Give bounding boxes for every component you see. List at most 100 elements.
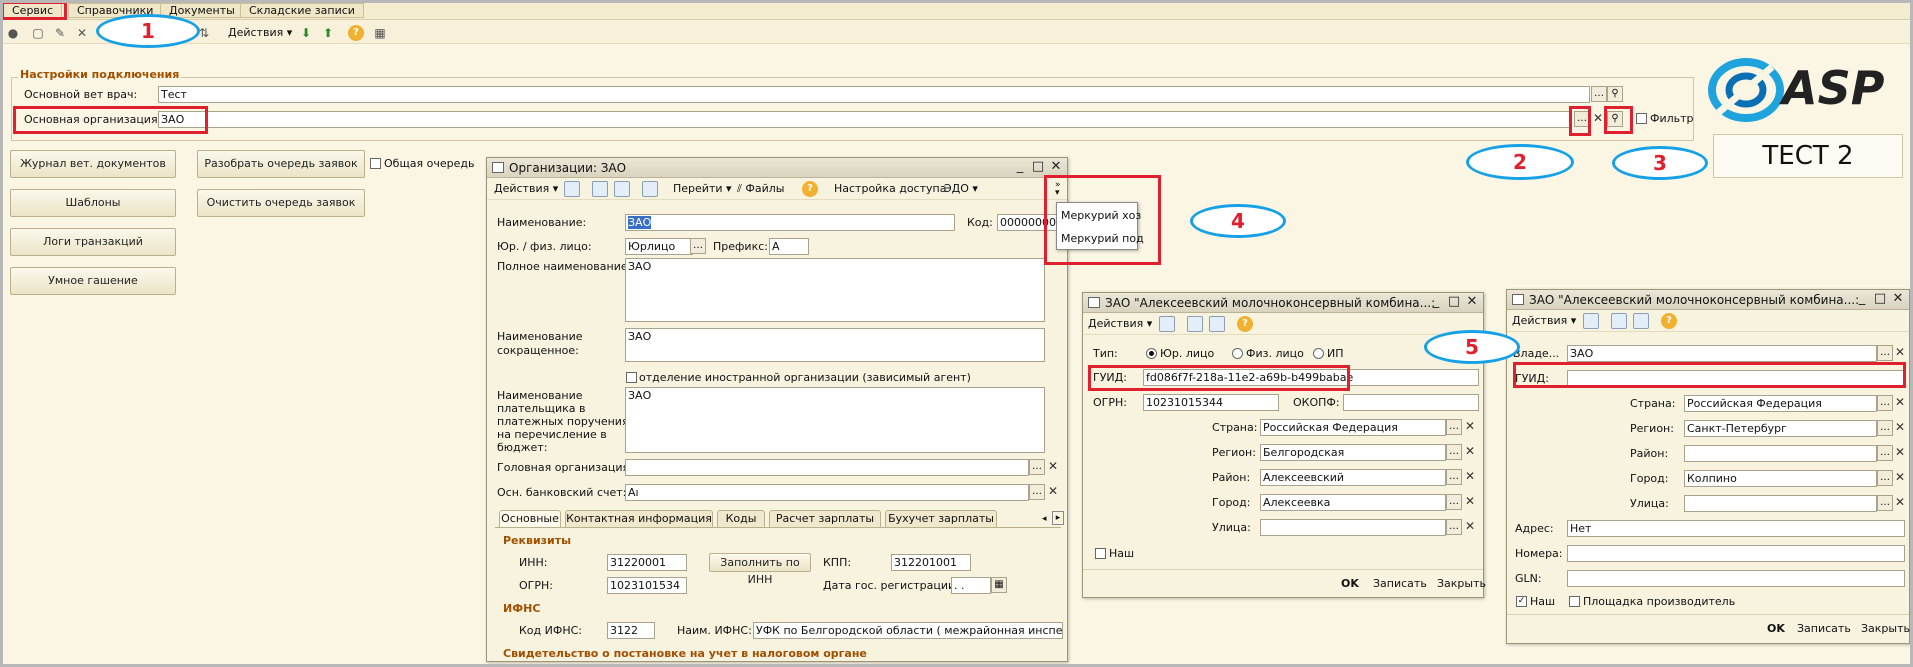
- org-edo[interactable]: ЭДО ▾: [944, 181, 978, 197]
- save-close-icon[interactable]: [1159, 316, 1175, 332]
- head-select-button[interactable]: …: [1029, 459, 1045, 475]
- tab-next-icon[interactable]: ▸: [1052, 511, 1064, 525]
- district-field[interactable]: [1684, 445, 1877, 462]
- street-select-button[interactable]: …: [1877, 495, 1893, 511]
- export-icon[interactable]: ⬆: [320, 25, 336, 41]
- country-clear-icon[interactable]: ✕: [1893, 395, 1907, 411]
- city-select-button[interactable]: …: [1877, 470, 1893, 486]
- country-select-button[interactable]: …: [1877, 395, 1893, 411]
- minimize-icon[interactable]: _: [1013, 160, 1027, 174]
- fullname-field[interactable]: ЗАО: [625, 258, 1045, 322]
- menu-warehouse[interactable]: Складские записи: [240, 3, 364, 18]
- refresh-icon[interactable]: [1209, 316, 1225, 332]
- ok-button[interactable]: OK: [1767, 622, 1785, 636]
- vet-search-icon[interactable]: ⚲: [1607, 86, 1623, 102]
- circle-icon[interactable]: ●: [5, 25, 21, 41]
- address-field[interactable]: Нет: [1567, 520, 1905, 537]
- region-select-button[interactable]: …: [1446, 444, 1462, 460]
- country-field[interactable]: Российская Федерация: [1260, 419, 1446, 436]
- help-icon[interactable]: ?: [1237, 316, 1253, 332]
- help-icon[interactable]: ?: [1661, 313, 1677, 329]
- tab-codes[interactable]: Коды: [717, 510, 765, 527]
- gln-field[interactable]: [1567, 570, 1905, 587]
- tab-main[interactable]: Основные: [499, 510, 561, 527]
- region-field[interactable]: Белгородская: [1260, 444, 1446, 461]
- edit-icon[interactable]: ✎: [52, 25, 68, 41]
- org-access[interactable]: Настройка доступа: [834, 181, 946, 197]
- refresh-icon[interactable]: [614, 181, 630, 197]
- parse-queue-button[interactable]: Разобрать очередь заявок: [197, 150, 365, 178]
- ok-button[interactable]: OK: [1341, 577, 1359, 591]
- templates-button[interactable]: Шаблоны: [10, 189, 176, 217]
- print-icon[interactable]: [642, 181, 658, 197]
- org-goto[interactable]: Перейти ▾: [673, 181, 732, 197]
- logs-button[interactable]: Логи транзакций: [10, 228, 176, 256]
- reg-date-field[interactable]: . .: [951, 577, 991, 594]
- save-button[interactable]: Записать: [1373, 577, 1427, 591]
- tab-contacts[interactable]: Контактная информация: [565, 510, 713, 527]
- help-icon[interactable]: ?: [802, 181, 818, 197]
- ours-checkbox[interactable]: [1095, 548, 1106, 559]
- close-button[interactable]: Закрыть: [1437, 577, 1486, 591]
- save-close-icon[interactable]: [1583, 313, 1599, 329]
- refresh-icon[interactable]: [1633, 313, 1649, 329]
- okopf-field[interactable]: [1343, 394, 1479, 411]
- copy-icon[interactable]: ▢: [30, 25, 46, 41]
- org-field[interactable]: ЗАО: [158, 111, 1572, 128]
- org-clear-icon[interactable]: ✕: [1591, 111, 1605, 127]
- country-field[interactable]: Российская Федерация: [1684, 395, 1877, 412]
- region-clear-icon[interactable]: ✕: [1893, 420, 1907, 436]
- street-clear-icon[interactable]: ✕: [1893, 495, 1907, 511]
- city-clear-icon[interactable]: ✕: [1463, 494, 1477, 510]
- type-select-button[interactable]: …: [690, 238, 706, 254]
- close-button[interactable]: Закрыть: [1861, 622, 1910, 636]
- type-field[interactable]: Юрлицо: [625, 238, 693, 255]
- view-icon[interactable]: [1611, 313, 1627, 329]
- numbers-field[interactable]: [1567, 545, 1905, 562]
- ifns-code-field[interactable]: 3122: [607, 622, 655, 639]
- owner-clear-icon[interactable]: ✕: [1893, 345, 1907, 361]
- ours-checkbox[interactable]: ✓: [1516, 596, 1527, 607]
- street-field[interactable]: [1260, 519, 1446, 536]
- settings-icon[interactable]: ▦: [372, 25, 388, 41]
- bank-clear-icon[interactable]: ✕: [1046, 484, 1060, 500]
- region-clear-icon[interactable]: ✕: [1463, 444, 1477, 460]
- add-icon[interactable]: [564, 181, 580, 197]
- country-clear-icon[interactable]: ✕: [1463, 419, 1477, 435]
- view-icon[interactable]: [1187, 316, 1203, 332]
- maximize-icon[interactable]: □: [1031, 160, 1045, 174]
- street-field[interactable]: [1684, 495, 1877, 512]
- district-clear-icon[interactable]: ✕: [1463, 469, 1477, 485]
- bank-select-button[interactable]: …: [1029, 484, 1045, 500]
- head-clear-icon[interactable]: ✕: [1046, 459, 1060, 475]
- minimize-icon[interactable]: _: [1429, 295, 1443, 309]
- country-select-button[interactable]: …: [1446, 419, 1462, 435]
- vet-field[interactable]: Тест: [158, 86, 1590, 103]
- district-field[interactable]: Алексеевский: [1260, 469, 1446, 486]
- save-button[interactable]: Записать: [1797, 622, 1851, 636]
- journal-button[interactable]: Журнал вет. документов: [10, 150, 176, 178]
- payer-field[interactable]: ЗАО: [625, 387, 1045, 453]
- prefix-field[interactable]: А: [769, 238, 809, 255]
- street-clear-icon[interactable]: ✕: [1463, 519, 1477, 535]
- radio-fiz[interactable]: [1232, 348, 1243, 359]
- delete-icon[interactable]: ✕: [74, 25, 90, 41]
- short-field[interactable]: ЗАО: [625, 328, 1045, 362]
- district-select-button[interactable]: …: [1446, 469, 1462, 485]
- win3-actions[interactable]: Действия ▾: [1512, 313, 1576, 329]
- inn-field[interactable]: 31220001: [607, 554, 687, 571]
- common-queue-checkbox[interactable]: [370, 158, 381, 169]
- ogrn-field[interactable]: 10231015344: [1143, 394, 1279, 411]
- city-select-button[interactable]: …: [1446, 494, 1462, 510]
- radio-ip[interactable]: [1313, 348, 1324, 359]
- region-field[interactable]: Санкт-Петербург: [1684, 420, 1877, 437]
- name-field[interactable]: ЗАО: [625, 214, 955, 231]
- close-icon[interactable]: ✕: [1049, 160, 1063, 174]
- tab-prev-icon[interactable]: ◂: [1042, 512, 1047, 526]
- district-clear-icon[interactable]: ✕: [1893, 445, 1907, 461]
- radio-ur[interactable]: [1146, 348, 1157, 359]
- calendar-icon[interactable]: ▦: [991, 577, 1007, 593]
- import-icon[interactable]: ⬇: [298, 25, 314, 41]
- minimize-icon[interactable]: _: [1855, 292, 1869, 306]
- help-icon[interactable]: ?: [348, 25, 364, 41]
